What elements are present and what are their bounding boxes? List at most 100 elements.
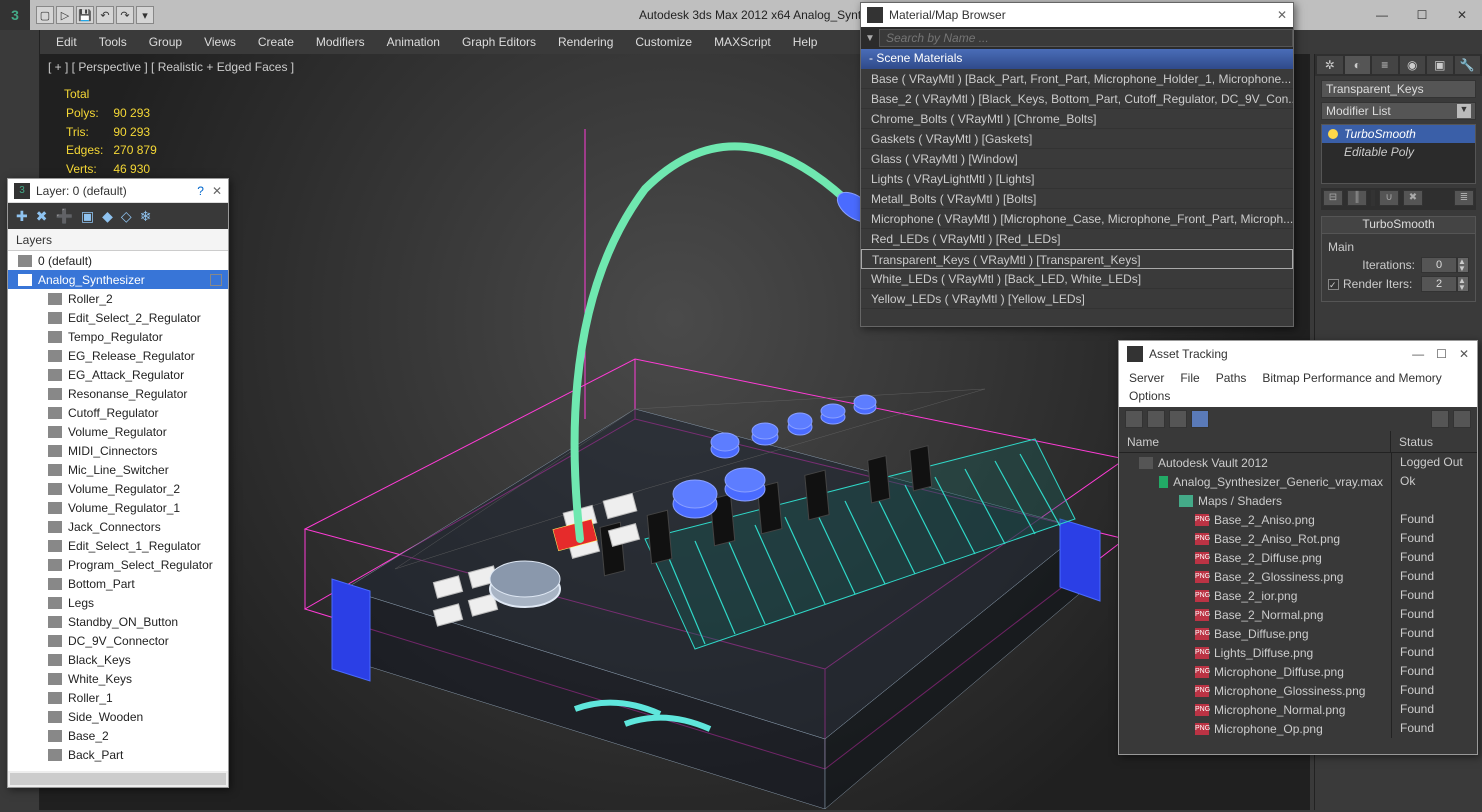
make-unique-icon[interactable]: ∪ [1379,190,1399,206]
close-button[interactable]: ✕ [1442,0,1482,30]
asset-row[interactable]: PNGBase_2_Diffuse.pngFound [1119,548,1477,567]
tab-hierarchy[interactable]: ≡ [1372,56,1398,74]
material-row[interactable]: Lights ( VRayLightMtl ) [Lights] [861,169,1293,189]
layer-row[interactable]: Legs [8,593,228,612]
scrollbar-horizontal[interactable] [8,771,228,787]
spinner-buttons[interactable]: ▲▼ [1457,276,1469,292]
asset-row[interactable]: PNGMicrophone_Glossiness.pngFound [1119,681,1477,700]
asset-row[interactable]: PNGMicrophone_Diffuse.pngFound [1119,662,1477,681]
tab-motion[interactable]: ◉ [1400,56,1426,74]
menu-views[interactable]: Views [204,35,236,49]
modifier-list-dropdown[interactable]: Modifier List▼ [1321,102,1476,120]
table-icon[interactable] [1191,410,1209,428]
layer-row[interactable]: Black_Keys [8,650,228,669]
scene-materials-header[interactable]: - Scene Materials [861,49,1293,69]
menu-customize[interactable]: Customize [635,35,692,49]
asset-row[interactable]: Analog_Synthesizer_Generic_vray.maxOk [1119,472,1477,491]
dropdown-icon[interactable]: ▼ [861,33,879,44]
layer-row[interactable]: Jack_Connectors [8,517,228,536]
redo-icon[interactable]: ↷ [116,6,134,24]
menu-help[interactable]: Help [793,35,818,49]
layer-row[interactable]: DC_9V_Connector [8,631,228,650]
material-list[interactable]: Base ( VRayMtl ) [Back_Part, Front_Part,… [861,69,1293,309]
asset-row[interactable]: Maps / Shaders [1119,491,1477,510]
layer-row[interactable]: Program_Select_Regulator [8,555,228,574]
material-row[interactable]: Base_2 ( VRayMtl ) [Black_Keys, Bottom_P… [861,89,1293,109]
highlight-icon[interactable]: ◆ [102,208,113,225]
spinner-buttons[interactable]: ▲▼ [1457,257,1469,273]
menu-maxscript[interactable]: MAXScript [714,35,771,49]
close-icon[interactable]: ✕ [212,184,222,198]
asset-row[interactable]: PNGBase_2_Aniso_Rot.pngFound [1119,529,1477,548]
asset-menu-options[interactable]: Options [1129,389,1170,403]
show-end-icon[interactable]: ║ [1347,190,1367,206]
layer-row[interactable]: Tempo_Regulator [8,327,228,346]
layer-row[interactable]: EG_Release_Regulator [8,346,228,365]
material-row[interactable]: White_LEDs ( VRayMtl ) [Back_LED, White_… [861,269,1293,289]
tab-display[interactable]: ▣ [1427,56,1453,74]
remove-mod-icon[interactable]: ✖ [1403,190,1423,206]
minimize-button[interactable]: — [1412,347,1424,361]
tab-create[interactable]: ✲ [1317,56,1343,74]
layer-row[interactable]: Side_Wooden [8,707,228,726]
menu-animation[interactable]: Animation [387,35,440,49]
material-row[interactable]: Yellow_LEDs ( VRayMtl ) [Yellow_LEDs] [861,289,1293,309]
more-icon[interactable]: ▾ [136,6,154,24]
pin-stack-icon[interactable]: ⊟ [1323,190,1343,206]
close-icon[interactable]: ✕ [1277,8,1287,22]
tab-utilities[interactable]: 🔧 [1455,56,1481,74]
menu-modifiers[interactable]: Modifiers [316,35,365,49]
asset-row[interactable]: PNGBase_2_Glossiness.pngFound [1119,567,1477,586]
asset-row[interactable]: PNGLights_Diffuse.pngFound [1119,643,1477,662]
material-row[interactable]: Base ( VRayMtl ) [Back_Part, Front_Part,… [861,69,1293,89]
asset-row[interactable]: PNGBase_2_Aniso.pngFound [1119,510,1477,529]
configure-icon[interactable]: ≣ [1454,190,1474,206]
hide-icon[interactable]: ◇ [121,208,132,225]
minimize-button[interactable]: — [1362,0,1402,30]
layer-row[interactable]: 0 (default) [8,251,228,270]
asset-row[interactable]: PNGBase_2_Normal.pngFound [1119,605,1477,624]
asset-row[interactable]: PNGMicrophone_Op.pngFound [1119,719,1477,738]
undo-icon[interactable]: ↶ [96,6,114,24]
asset-menu-paths[interactable]: Paths [1216,371,1247,385]
modifier-stack[interactable]: TurboSmoothEditable Poly [1321,124,1476,184]
layer-row[interactable]: Volume_Regulator [8,422,228,441]
menu-create[interactable]: Create [258,35,294,49]
layer-row[interactable]: Base_2 [8,726,228,745]
layer-row[interactable]: Volume_Regulator_2 [8,479,228,498]
tab-modify[interactable]: ◐ [1345,56,1371,74]
asset-tracking-window[interactable]: Asset Tracking — ☐ ✕ ServerFilePathsBitm… [1118,340,1478,755]
layer-row[interactable]: Back_Part [8,745,228,764]
help-icon[interactable] [1453,410,1471,428]
material-row[interactable]: Glass ( VRayMtl ) [Window] [861,149,1293,169]
asset-menu-server[interactable]: Server [1129,371,1164,385]
asset-list[interactable]: Autodesk Vault 2012Logged OutAnalog_Synt… [1119,453,1477,754]
save-icon[interactable]: 💾 [76,6,94,24]
material-browser-titlebar[interactable]: Material/Map Browser ✕ [861,3,1293,27]
col-name[interactable]: Name [1119,431,1391,452]
menu-rendering[interactable]: Rendering [558,35,613,49]
layer-panel-titlebar[interactable]: 3 Layer: 0 (default) ? ✕ [8,179,228,203]
maximize-button[interactable]: ☐ [1436,347,1447,361]
menu-graph-editors[interactable]: Graph Editors [462,35,536,49]
asset-menu-file[interactable]: File [1180,371,1199,385]
material-row[interactable]: Metall_Bolts ( VRayMtl ) [Bolts] [861,189,1293,209]
layer-row[interactable]: Roller_1 [8,688,228,707]
material-row[interactable]: Red_LEDs ( VRayMtl ) [Red_LEDs] [861,229,1293,249]
asset-row[interactable]: PNGMicrophone_Normal.pngFound [1119,700,1477,719]
layer-list[interactable]: 0 (default)Analog_SynthesizerRoller_2Edi… [8,251,228,771]
layer-row[interactable]: Bottom_Part [8,574,228,593]
layer-row[interactable]: Edit_Select_1_Regulator [8,536,228,555]
rollout-header[interactable]: TurboSmooth [1321,216,1476,234]
new-layer-icon[interactable]: ✚ [16,208,28,225]
modifier-row[interactable]: Editable Poly [1322,143,1475,161]
material-row[interactable]: Gaskets ( VRayMtl ) [Gaskets] [861,129,1293,149]
refresh-icon[interactable] [1125,410,1143,428]
material-row[interactable]: Chrome_Bolts ( VRayMtl ) [Chrome_Bolts] [861,109,1293,129]
add-to-layer-icon[interactable]: ➕ [55,208,72,225]
close-button[interactable]: ✕ [1459,347,1469,361]
material-row[interactable]: Microphone ( VRayMtl ) [Microphone_Case,… [861,209,1293,229]
asset-row[interactable]: Autodesk Vault 2012Logged Out [1119,453,1477,472]
layer-row[interactable]: Resonanse_Regulator [8,384,228,403]
select-icon[interactable]: ▣ [81,208,94,225]
